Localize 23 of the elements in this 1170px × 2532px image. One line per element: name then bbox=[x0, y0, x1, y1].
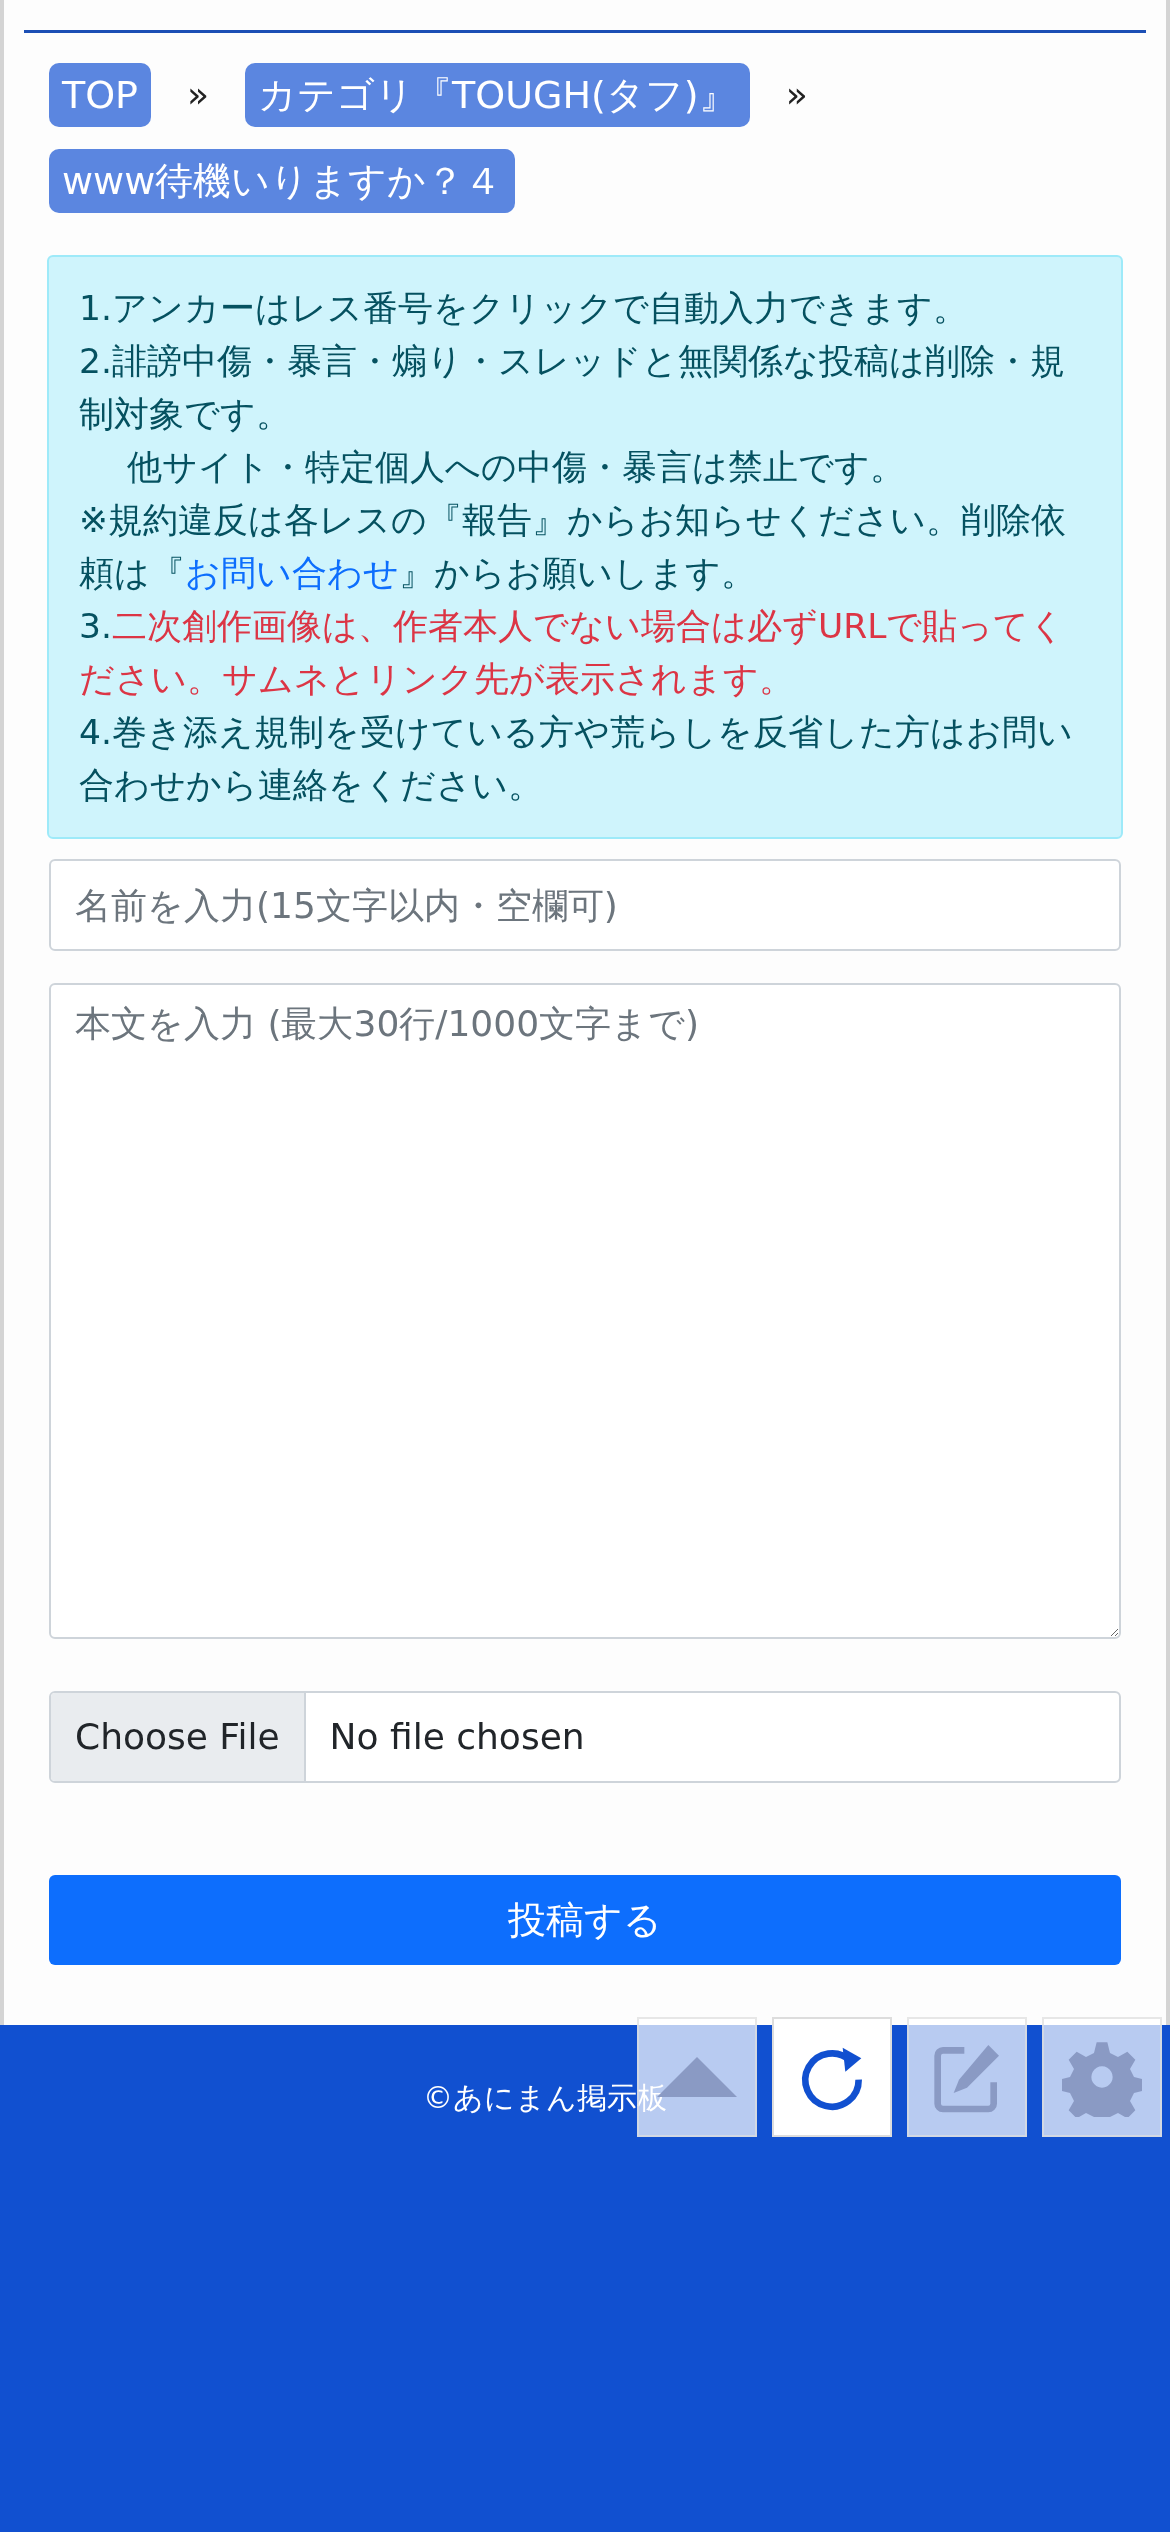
scroll-top-button[interactable] bbox=[637, 2017, 757, 2137]
contact-link[interactable]: お問い合わせ bbox=[185, 553, 399, 593]
copyright-text: ©あにまん掲示板 bbox=[423, 2079, 667, 2117]
file-status: No file chosen bbox=[328, 1715, 586, 1759]
compose-button[interactable] bbox=[907, 2017, 1027, 2137]
breadcrumb-separator: » bbox=[187, 73, 210, 117]
choose-file-button[interactable]: Choose File bbox=[51, 1693, 306, 1781]
notice-text: ※規約違反は各レスの『報告』からお知らせください。削除依頼は『お問い合わせ』からお願いします。 bbox=[79, 499, 1067, 595]
reload-button[interactable] bbox=[772, 2017, 892, 2137]
submit-button[interactable]: 投稿する bbox=[49, 1875, 1121, 1965]
notice-text: 4.巻き添え規制を受けている方や荒らしを反省した方はお問い合わせから連絡をください。 bbox=[79, 711, 1074, 807]
breadcrumb-link[interactable]: www待機いりますか？４ bbox=[49, 149, 516, 213]
breadcrumb-separator: » bbox=[785, 73, 808, 117]
notice-text: 他サイト・特定個人への中傷・暴言は禁止です。 bbox=[126, 446, 907, 489]
notice-text: 1.アンカーはレス番号をクリックで自動入力できます。 bbox=[79, 287, 969, 330]
settings-button[interactable] bbox=[1042, 2017, 1162, 2137]
notice-text: 3.二次創作画像は、作者本人でない場合は必ずURLで貼ってください。サムネとリンク先が表示されます。 bbox=[79, 605, 1067, 701]
message-input-field[interactable]: 本文を入力 (最大30行/1000文字まで) bbox=[49, 983, 1121, 1639]
breadcrumb-link[interactable]: TOP bbox=[49, 63, 152, 127]
notice-text: 2.誹謗中傷・暴言・煽り・スレッドと無関係な投稿は削除・規制対象です。 bbox=[79, 340, 1066, 436]
breadcrumb-link[interactable]: カテゴリ『TOUGH(タフ)』 bbox=[245, 63, 750, 127]
name-input-field[interactable]: 名前を入力(15文字以内・空欄可) bbox=[49, 859, 1121, 951]
file-input-field[interactable]: Choose File No file chosen bbox=[49, 1691, 1121, 1783]
